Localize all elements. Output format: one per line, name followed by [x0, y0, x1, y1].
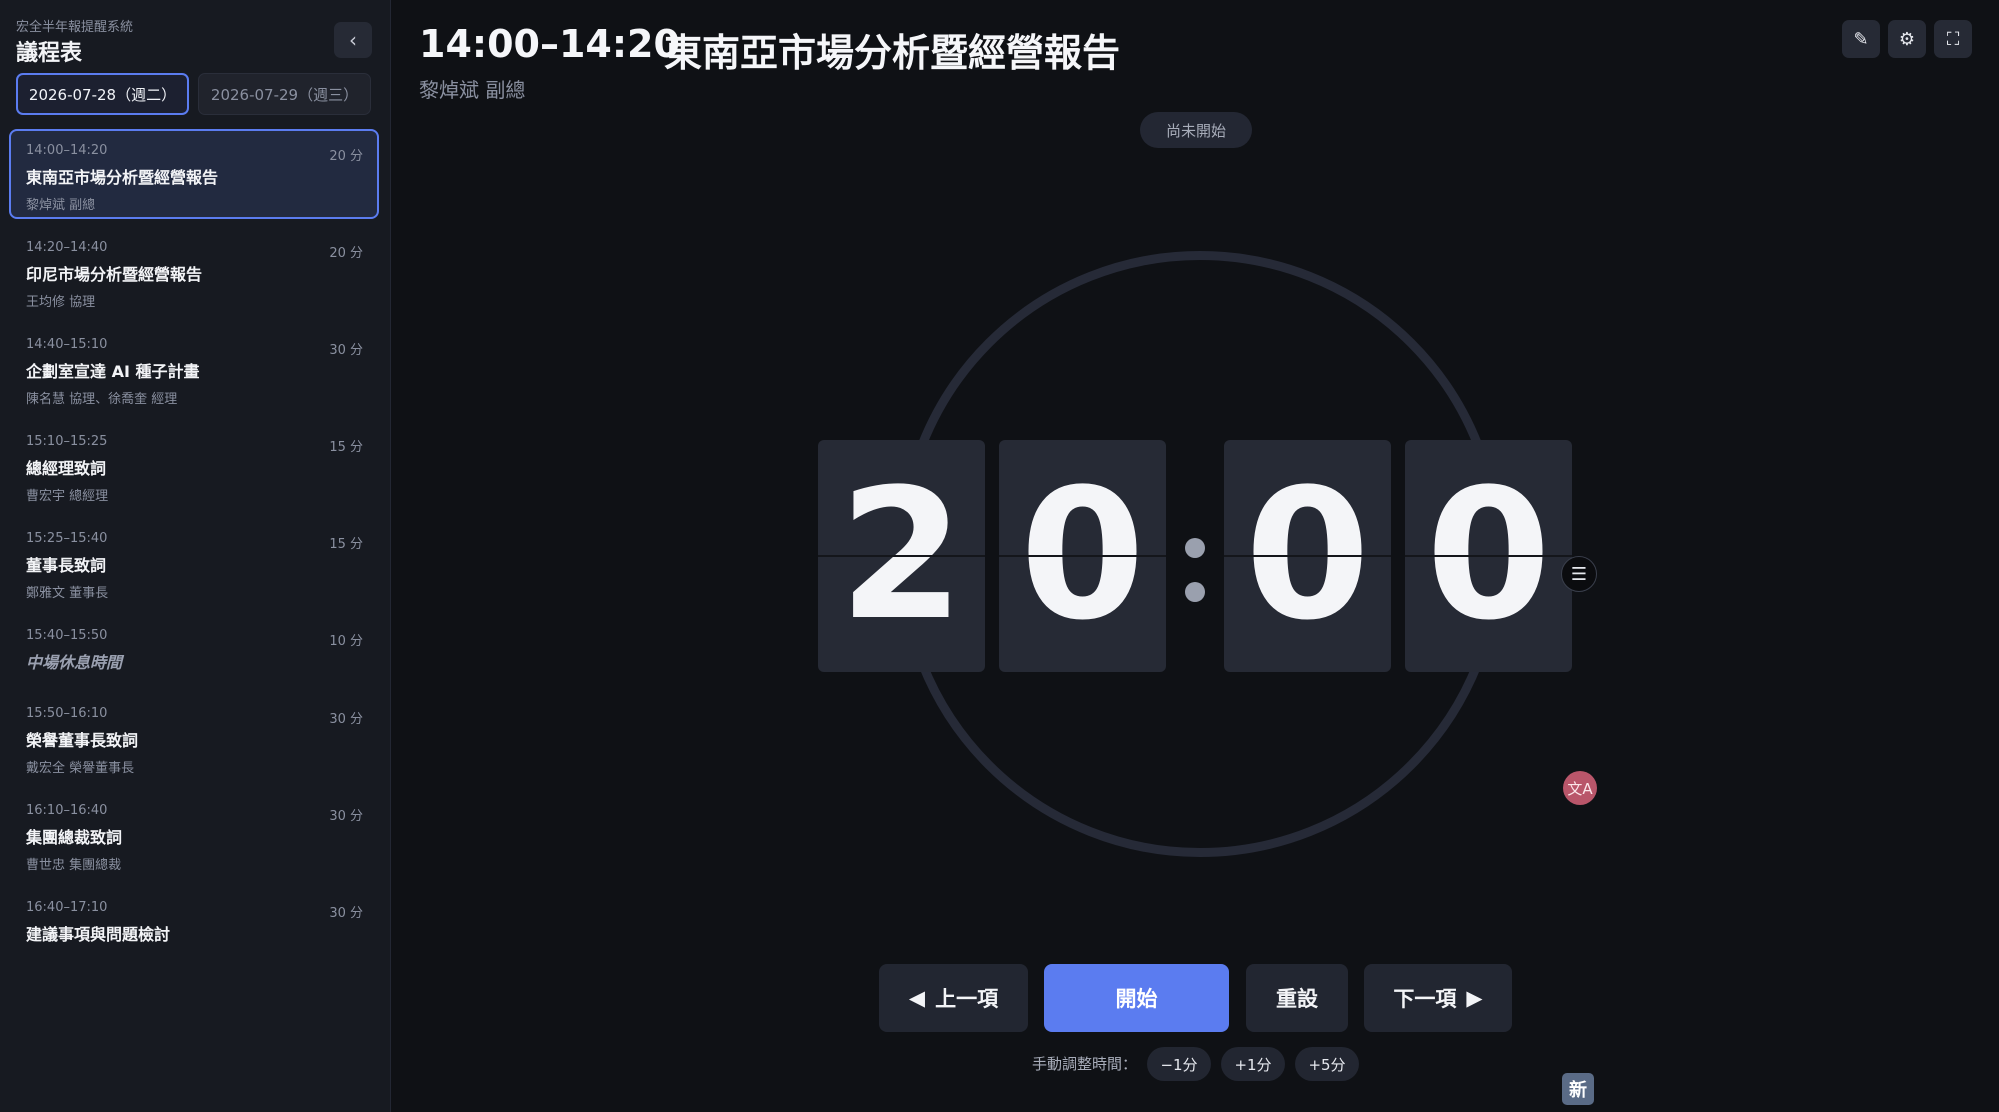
agenda-item-title: 印尼市場分析暨經營報告 — [26, 265, 203, 284]
agenda-sidebar: 宏全半年報提醒系統 議程表 ‹ 2026-07-28（週二） 2026-07-2… — [0, 0, 391, 1112]
agenda-item-speaker: 王均修 協理 — [26, 295, 96, 310]
agenda-item-break[interactable]: 15:40–15:50 10 分 中場休息時間 — [9, 614, 379, 692]
agenda-item-duration: 15 分 — [329, 537, 363, 552]
timer-status-badge: 尚未開始 — [1140, 112, 1252, 148]
prev-item-button[interactable]: ◀ 上一項 — [879, 964, 1028, 1032]
agenda-item-duration: 30 分 — [329, 343, 363, 358]
minutes-tens-card: 2 — [818, 440, 985, 672]
agenda-item-title: 總經理致詞 — [26, 459, 107, 478]
session-title: 東南亞市場分析暨經營報告 — [664, 31, 1121, 75]
plus-five-minutes-button[interactable]: +5分 — [1295, 1047, 1359, 1081]
side-panel-toggle[interactable]: ☰ — [1561, 556, 1597, 592]
seconds-ones-card: 0 — [1405, 440, 1572, 672]
agenda-item[interactable]: 15:50–16:10 30 分 榮譽董事長致詞 戴宏全 榮譽董事長 — [9, 692, 379, 789]
agenda-item-speaker: 鄭雅文 董事長 — [26, 586, 109, 601]
session-speaker: 黎焯斌 副總 — [419, 78, 526, 102]
agenda-item-speaker: 黎焯斌 副總 — [26, 198, 96, 213]
agenda-item-time: 15:25–15:40 — [26, 531, 108, 546]
minutes-ones-digit: 0 — [1019, 451, 1146, 660]
menu-icon: ☰ — [1570, 563, 1588, 585]
agenda-item[interactable]: 14:00–14:20 20 分 東南亞市場分析暨經營報告 黎焯斌 副總 — [9, 129, 379, 219]
agenda-item-time: 14:20–14:40 — [26, 240, 108, 255]
agenda-item-time: 14:00–14:20 — [26, 143, 108, 158]
sidebar-title: 議程表 — [16, 41, 83, 66]
agenda-item-time: 14:40–15:10 — [26, 337, 108, 352]
seconds-ones-digit: 0 — [1425, 451, 1552, 660]
date-tab-0729[interactable]: 2026-07-29（週三） — [198, 73, 371, 115]
prev-item-label: 上一項 — [935, 987, 999, 1011]
agenda-item-time: 15:40–15:50 — [26, 628, 108, 643]
new-badge[interactable]: 新 — [1562, 1073, 1594, 1105]
agenda-item-title: 建議事項與問題檢討 — [26, 925, 171, 944]
agenda-item-time: 15:50–16:10 — [26, 706, 108, 721]
colon-dot-top — [1185, 538, 1205, 558]
timer-main: 14:00–14:20 東南亞市場分析暨經營報告 黎焯斌 副總 ✎ ⚙ ⛶ 尚未… — [392, 0, 1999, 1112]
agenda-item-speaker: 曹宏宇 總經理 — [26, 489, 109, 504]
agenda-item-duration: 15 分 — [329, 440, 363, 455]
fullscreen-icon: ⛶ — [1946, 28, 1960, 50]
minutes-ones-card: 0 — [999, 440, 1166, 672]
agenda-item-duration: 20 分 — [329, 246, 363, 261]
agenda-item-duration: 30 分 — [329, 906, 363, 921]
start-button[interactable]: 開始 — [1044, 964, 1229, 1032]
agenda-item[interactable]: 15:10–15:25 15 分 總經理致詞 曹宏宇 總經理 — [9, 420, 379, 517]
translate-button[interactable]: 文A — [1563, 771, 1597, 805]
chevron-left-icon: ‹ — [349, 28, 357, 52]
plus-one-minute-button[interactable]: +1分 — [1221, 1047, 1285, 1081]
agenda-item-title: 集團總裁致詞 — [26, 828, 123, 847]
agenda-item-duration: 30 分 — [329, 712, 363, 727]
agenda-item-speaker: 曹世忠 集團總裁 — [26, 858, 122, 873]
agenda-item-title: 榮譽董事長致詞 — [26, 731, 139, 750]
agenda-item-speaker: 戴宏全 榮譽董事長 — [26, 761, 135, 776]
agenda-item-time: 15:10–15:25 — [26, 434, 108, 449]
session-time: 14:00–14:20 — [419, 22, 680, 66]
next-item-button[interactable]: 下一項 ▶ — [1364, 964, 1512, 1032]
seconds-tens-digit: 0 — [1244, 451, 1371, 660]
agenda-item[interactable]: 14:40–15:10 30 分 企劃室宣達 AI 種子計畫 陳名慧 協理、徐喬… — [9, 323, 379, 420]
collapse-sidebar-button[interactable]: ‹ — [334, 22, 372, 58]
settings-button[interactable]: ⚙ — [1888, 20, 1926, 58]
agenda-item-speaker: 陳名慧 協理、徐喬奎 經理 — [26, 392, 178, 407]
date-tab-0728[interactable]: 2026-07-28（週二） — [16, 73, 189, 115]
gear-icon: ⚙ — [1898, 28, 1916, 50]
agenda-item[interactable]: 15:25–15:40 15 分 董事長致詞 鄭雅文 董事長 — [9, 517, 379, 614]
manual-adjust-label: 手動調整時間： — [1032, 1055, 1138, 1073]
next-item-label: 下一項 — [1393, 987, 1457, 1011]
colon-dot-bottom — [1185, 582, 1205, 602]
agenda-item-duration: 20 分 — [329, 149, 363, 164]
minus-one-minute-button[interactable]: −1分 — [1147, 1047, 1211, 1081]
agenda-item-title: 中場休息時間 — [26, 653, 123, 672]
agenda-item-time: 16:40–17:10 — [26, 900, 108, 915]
agenda-item-duration: 30 分 — [329, 809, 363, 824]
seconds-tens-card: 0 — [1224, 440, 1391, 672]
fullscreen-button[interactable]: ⛶ — [1934, 20, 1972, 58]
agenda-item-title: 董事長致詞 — [26, 556, 107, 575]
triangle-left-icon: ◀ — [908, 986, 926, 1010]
agenda-list: 14:00–14:20 20 分 東南亞市場分析暨經營報告 黎焯斌 副總 14:… — [9, 129, 379, 983]
translate-icon: 文A — [1567, 779, 1593, 798]
edit-button[interactable]: ✎ — [1842, 20, 1880, 58]
agenda-item-title: 東南亞市場分析暨經營報告 — [26, 168, 219, 187]
agenda-item[interactable]: 14:20–14:40 20 分 印尼市場分析暨經營報告 王均修 協理 — [9, 226, 379, 323]
triangle-right-icon: ▶ — [1466, 986, 1483, 1010]
app-subtitle: 宏全半年報提醒系統 — [16, 20, 134, 35]
app-root: 宏全半年報提醒系統 議程表 ‹ 2026-07-28（週二） 2026-07-2… — [0, 0, 1999, 1112]
agenda-item-time: 16:10–16:40 — [26, 803, 108, 818]
agenda-item-duration: 10 分 — [329, 634, 363, 649]
agenda-item[interactable]: 16:10–16:40 30 分 集團總裁致詞 曹世忠 集團總裁 — [9, 789, 379, 886]
pencil-icon: ✎ — [1853, 28, 1869, 50]
agenda-item[interactable]: 16:40–17:10 30 分 建議事項與問題檢討 — [9, 886, 379, 983]
reset-button[interactable]: 重設 — [1246, 964, 1348, 1032]
minutes-tens-digit: 2 — [838, 451, 965, 660]
agenda-item-title: 企劃室宣達 AI 種子計畫 — [26, 362, 200, 381]
